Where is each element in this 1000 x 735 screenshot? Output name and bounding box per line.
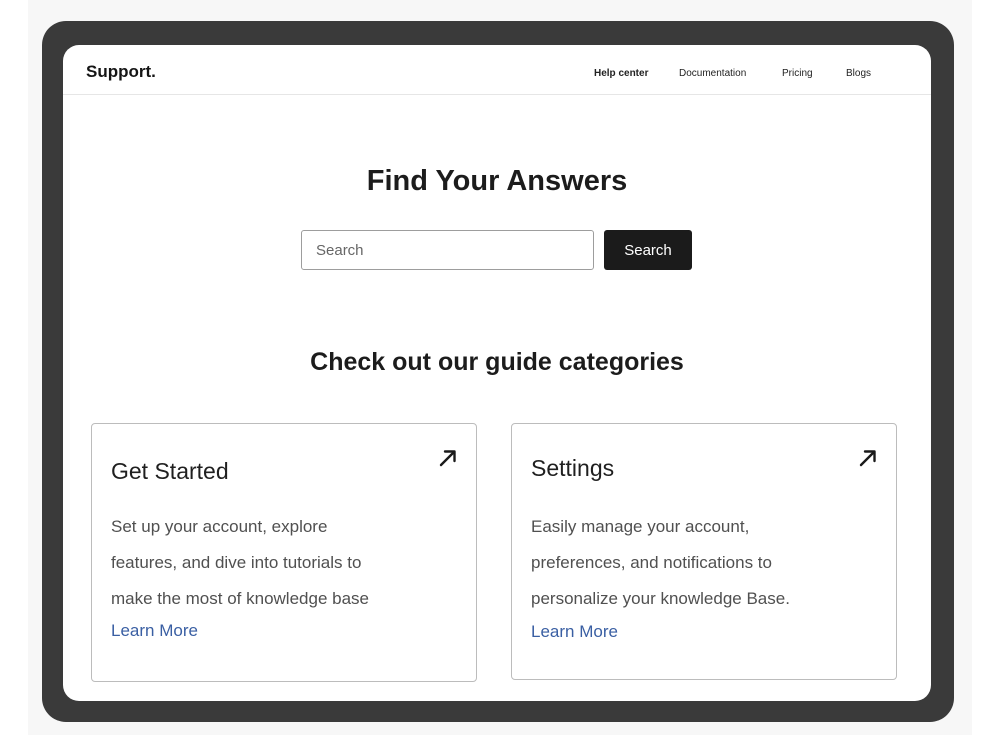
hero-title: Find Your Answers — [366, 165, 628, 197]
guide-card-settings[interactable]: Settings Easily manage your account, pre… — [511, 423, 897, 680]
nav-item-help-center[interactable]: Help center — [594, 68, 648, 79]
card-description-line: personalize your knowledge Base. — [531, 589, 790, 608]
card-title: Settings — [531, 455, 615, 481]
card-title: Get Started — [111, 458, 229, 484]
nav-links: Help center Documentation Pricing Blogs — [63, 68, 931, 82]
arrow-up-right-icon[interactable] — [856, 446, 880, 470]
card-description-line: Easily manage your account, — [531, 517, 750, 536]
card-description: Easily manage your account, preferences,… — [531, 509, 871, 617]
top-navbar: Support. Help center Documentation Prici… — [63, 45, 931, 95]
app-screen: Support. Help center Documentation Prici… — [63, 45, 931, 701]
arrow-up-right-icon[interactable] — [436, 446, 460, 470]
guide-card-get-started[interactable]: Get Started Set up your account, explore… — [91, 423, 477, 682]
guide-categories-title: Check out our guide categories — [310, 348, 684, 376]
learn-more-link[interactable]: Learn More — [111, 621, 198, 641]
card-description-line: Set up your account, explore — [111, 517, 328, 536]
search-button[interactable]: Search — [604, 230, 692, 270]
search-input[interactable] — [301, 230, 594, 270]
card-description-line: features, and dive into tutorials to — [111, 553, 362, 572]
nav-item-pricing[interactable]: Pricing — [782, 68, 813, 79]
card-description-line: preferences, and notifications to — [531, 553, 772, 572]
card-description-line: make the most of knowledge base — [111, 589, 369, 608]
nav-item-documentation[interactable]: Documentation — [679, 68, 746, 79]
learn-more-link[interactable]: Learn More — [531, 622, 618, 642]
card-description: Set up your account, explore features, a… — [111, 509, 451, 617]
nav-item-blogs[interactable]: Blogs — [846, 68, 871, 79]
